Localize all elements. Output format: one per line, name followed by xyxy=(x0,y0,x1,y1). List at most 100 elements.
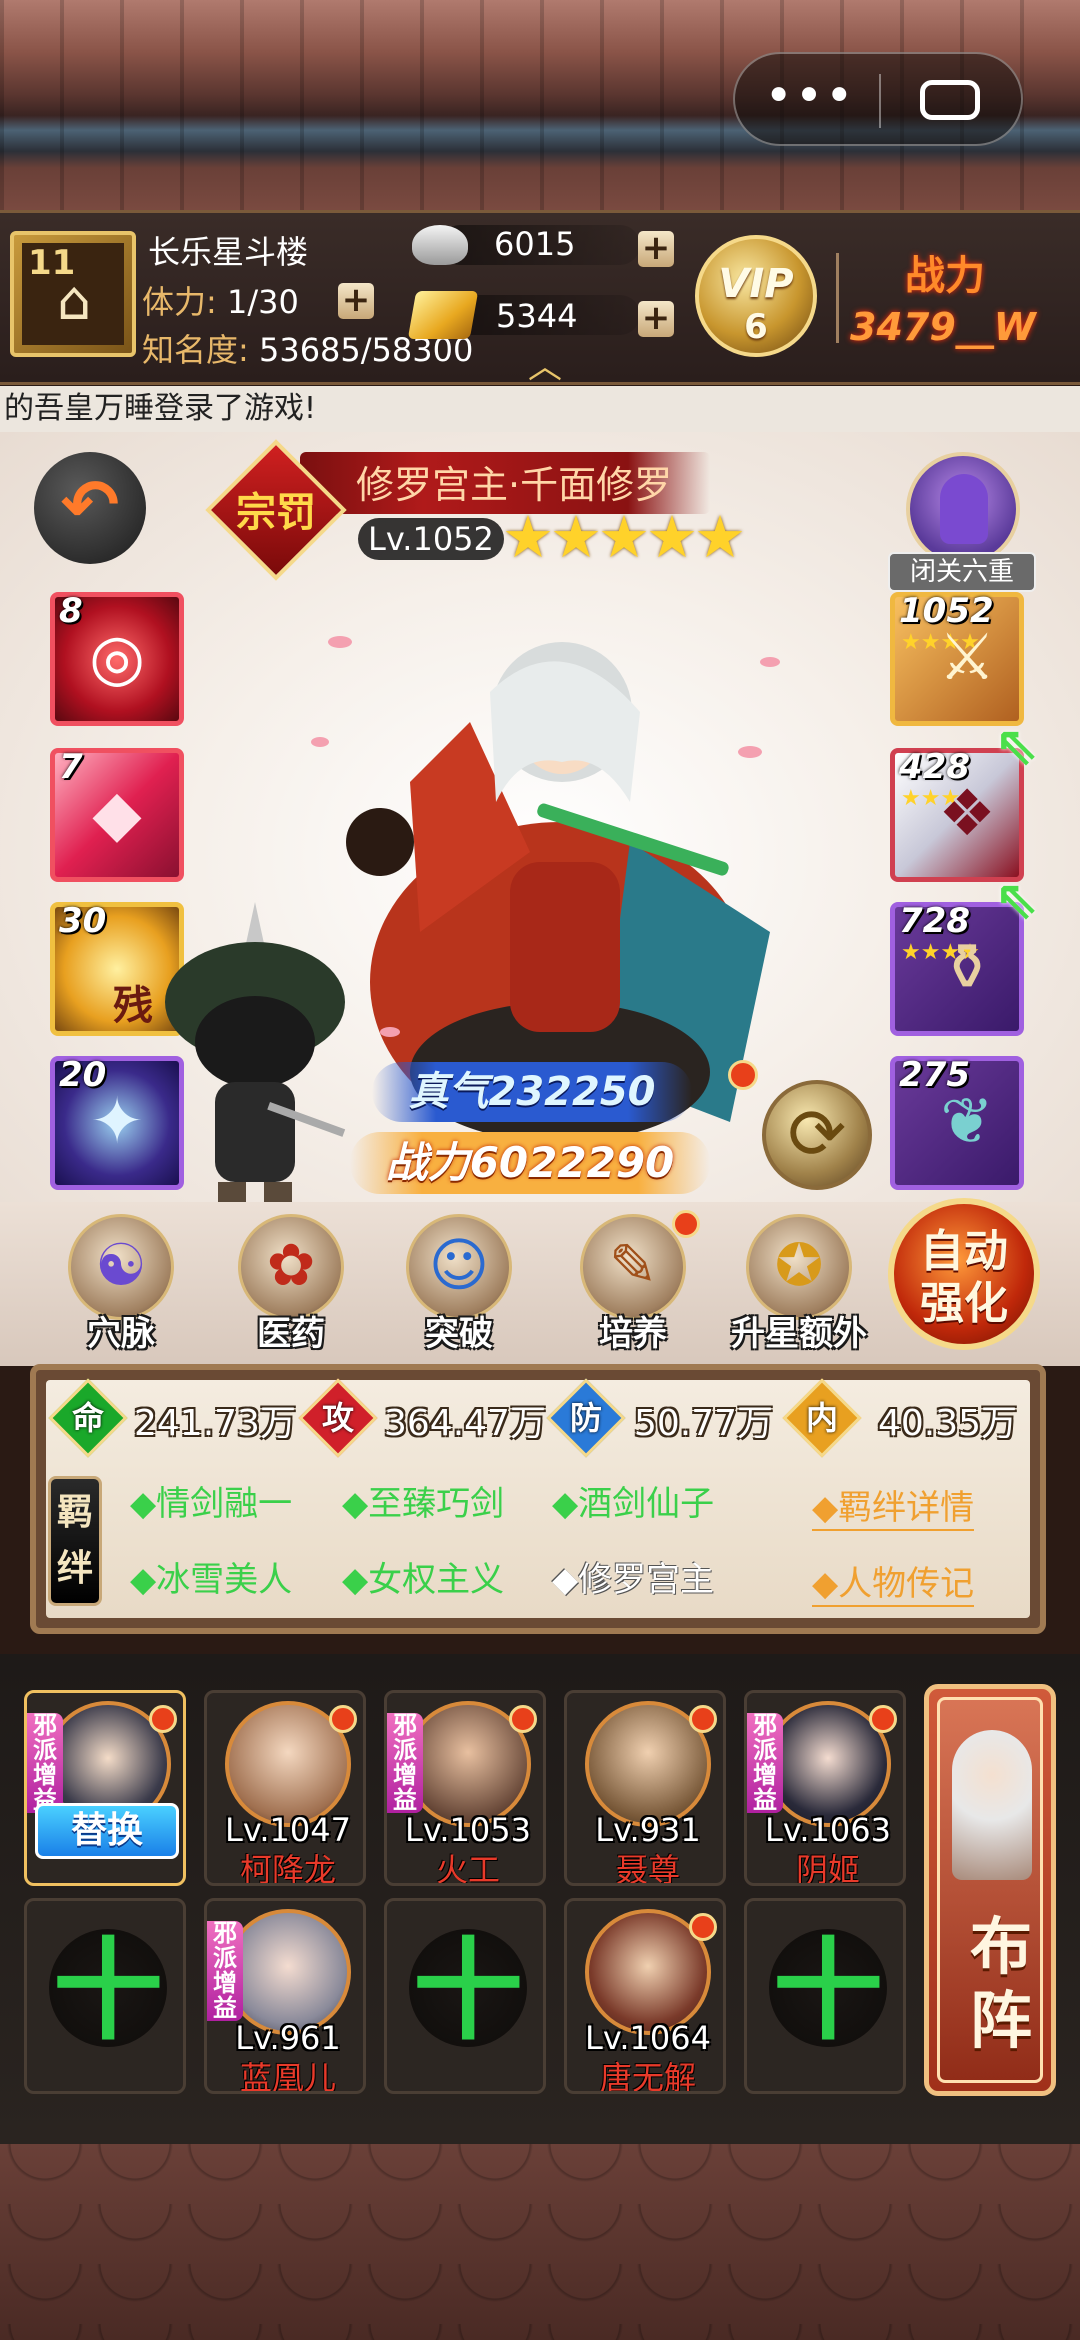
formation-frame: 布阵 xyxy=(937,1697,1043,2083)
stamina-label: 体力: xyxy=(142,283,217,321)
hero-scene: ↶ 宗罚 修罗宫主·千面修罗 Lv.1052 ★★★★★ 闭关六重 8 ◎ 7 … xyxy=(0,432,1080,1212)
team-slot[interactable]: Lv.1064 唐无解 xyxy=(564,1898,726,2094)
notification-dot xyxy=(509,1705,537,1733)
swirl-icon: ◎ xyxy=(89,621,145,695)
equip-slot-left-2[interactable]: 7 ◆ xyxy=(50,747,184,882)
mini-program-capsule: ••• xyxy=(733,52,1023,146)
formation-label: 布阵 xyxy=(969,1910,1032,2057)
add-member-icon: 十 xyxy=(773,1927,883,2055)
sect-seal-text: 宗罚 xyxy=(236,490,316,536)
star-extra-button[interactable]: ✪ 升星额外 xyxy=(731,1210,867,1360)
member-level: Lv.961 xyxy=(235,2019,341,2057)
gold-amount: 5344 xyxy=(496,297,578,335)
formation-button[interactable]: 布阵 xyxy=(924,1684,1056,2096)
evil-sect-buff-tag: 邪派增益 xyxy=(27,1713,63,1813)
swap-hero-button[interactable]: ⟳ xyxy=(762,1080,872,1190)
cultivate-glyph: ✎ xyxy=(608,1231,658,1299)
team-slot-empty[interactable]: 十 xyxy=(744,1898,906,2094)
player-avatar[interactable]: 11 ⌂ xyxy=(10,231,136,357)
vip-badge[interactable]: VIP 6 xyxy=(695,235,817,357)
silver-amount: 6015 xyxy=(494,225,576,263)
evil-sect-buff-tag: 邪派增益 xyxy=(747,1713,783,1813)
total-power-value: 3479__W xyxy=(850,305,1036,349)
team-slot[interactable]: 邪派增益 Lv.961 蓝凰儿 xyxy=(204,1898,366,2094)
more-menu-button[interactable]: ••• xyxy=(745,64,875,138)
gamepad-icon xyxy=(920,80,980,120)
hp-stat-value: 241.73万 xyxy=(134,1403,296,1444)
sword-icon: ⚔ xyxy=(938,621,996,695)
bond-details-link[interactable]: ◆羁绊详情 xyxy=(812,1480,975,1531)
slot-stars: ★★★ xyxy=(901,786,961,811)
cultivate-button[interactable]: ✎ 培养 xyxy=(568,1210,700,1360)
equip-slot-right-1[interactable]: 1052 ★★★★ ⚔ xyxy=(890,591,1024,726)
biography-link[interactable]: ◆人物传记 xyxy=(812,1556,975,1607)
medicine-glyph: ✿ xyxy=(266,1231,316,1299)
stamina-plus-button[interactable]: + xyxy=(338,283,374,319)
seclusion-button[interactable] xyxy=(906,452,1020,566)
team-slot[interactable]: Lv.1047 柯降龙 xyxy=(204,1690,366,1886)
add-member-icon: 十 xyxy=(413,1927,523,2055)
bottom-roof-background xyxy=(0,2144,1080,2340)
team-slot-current[interactable]: 邪派增益 替换 xyxy=(24,1690,186,1886)
slot-stars: ★★★★ xyxy=(901,630,980,655)
wine-jar-icon: ⚱ xyxy=(940,931,994,1005)
member-level: Lv.931 xyxy=(595,1811,701,1849)
member-level: Lv.1063 xyxy=(765,1811,891,1849)
team-slot-empty[interactable]: 十 xyxy=(384,1898,546,2094)
evil-sect-buff-tag: 邪派增益 xyxy=(387,1713,423,1813)
capsule-divider xyxy=(879,74,881,128)
team-slot-empty[interactable]: 十 xyxy=(24,1898,186,2094)
back-button[interactable]: ↶ xyxy=(34,452,146,564)
star-extra-label: 升星额外 xyxy=(731,1314,867,1354)
stamina-value: 1/30 xyxy=(226,283,299,321)
meridian-button[interactable]: ☯ 穴脉 xyxy=(56,1210,186,1360)
member-name: 聂尊 xyxy=(615,1851,680,1886)
auto-enhance-line2: 强化 xyxy=(920,1278,1008,1329)
notification-dot xyxy=(869,1705,897,1733)
breakthrough-button[interactable]: ☺ 突破 xyxy=(394,1210,524,1360)
meditating-figure-icon xyxy=(940,474,988,544)
notification-dot xyxy=(728,1060,758,1090)
auto-enhance-button[interactable]: 自动 强化 xyxy=(888,1198,1040,1350)
auto-enhance-line1: 自动 xyxy=(920,1226,1008,1277)
gold-plus-button[interactable]: + xyxy=(638,301,674,337)
formation-elder-figure xyxy=(952,1730,1032,1880)
inner-stat-glyph: 内 xyxy=(805,1399,838,1437)
gamepad-button[interactable] xyxy=(885,64,1015,138)
member-name: 火工 xyxy=(435,1851,500,1886)
gold-ingot-icon xyxy=(407,291,479,339)
seclusion-label: 闭关六重 xyxy=(888,552,1036,592)
total-power-label: 战力 xyxy=(905,253,985,299)
silver-plus-button[interactable]: + xyxy=(638,231,674,267)
player-header: 11 ⌂ 长乐星斗楼 体力: 1/30 + 知名度: 53685/58300 6… xyxy=(0,210,1080,385)
member-level: Lv.1053 xyxy=(405,1811,531,1849)
stamina-row: 体力: 1/30 xyxy=(142,277,299,323)
vip-label: VIP xyxy=(718,261,794,307)
member-name: 唐无解 xyxy=(599,2059,696,2094)
hero-stars: ★★★★★ xyxy=(502,503,746,571)
login-ticker: 的吾皇万睡登录了游戏! xyxy=(0,386,1080,432)
evil-sect-buff-tag: 邪派增益 xyxy=(207,1921,243,2021)
replace-button[interactable]: 替换 xyxy=(35,1803,179,1859)
equip-slot-left-1[interactable]: 8 ◎ xyxy=(50,591,184,726)
bond-item: ◆至臻巧剑 xyxy=(342,1484,505,1524)
bond-item: ◆冰雪美人 xyxy=(130,1560,293,1600)
team-slot[interactable]: 邪派增益 Lv.1063 阴姬 xyxy=(744,1690,906,1886)
equip-slot-right-4[interactable]: 275 ❦ xyxy=(890,1055,1024,1190)
true-qi-value: 真气232250 xyxy=(372,1062,692,1122)
pagoda-icon: ⌂ xyxy=(56,269,92,332)
inner-stat-value: 40.35万 xyxy=(878,1403,1018,1444)
team-slot[interactable]: Lv.931 聂尊 xyxy=(564,1690,726,1886)
bond-item-inactive: ◆修罗宫主 xyxy=(552,1560,715,1600)
breakthrough-label: 突破 xyxy=(425,1314,493,1354)
medicine-button[interactable]: ✿ 医药 xyxy=(226,1210,356,1360)
upgrade-arrow-icon: ⇖ xyxy=(994,714,1040,777)
notification-dot xyxy=(689,1913,717,1941)
upgrade-arrow-icon: ⇖ xyxy=(994,868,1040,931)
team-slot[interactable]: 邪派增益 Lv.1053 火工 xyxy=(384,1690,546,1886)
member-level: Lv.1047 xyxy=(225,1811,351,1849)
notification-dot xyxy=(672,1210,700,1238)
bond-item: ◆女权主义 xyxy=(342,1560,505,1600)
meridian-label: 穴脉 xyxy=(87,1314,155,1354)
chevron-up-icon[interactable]: ︿ xyxy=(528,350,562,384)
